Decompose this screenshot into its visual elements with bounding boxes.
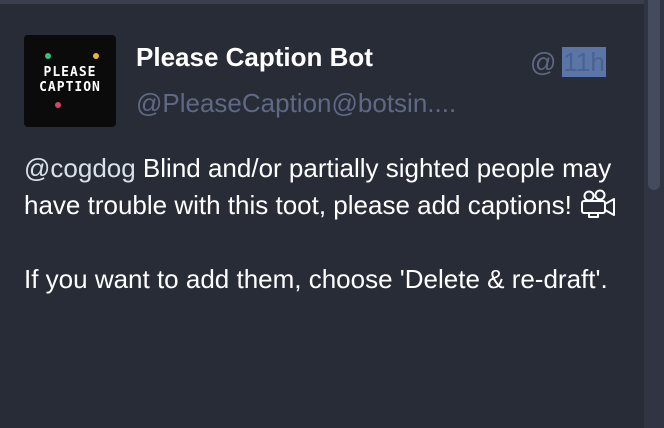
timestamp-link[interactable]: @11h: [530, 47, 606, 78]
mention-link[interactable]: @cogdog: [24, 153, 136, 183]
avatar-dot-red: [55, 102, 61, 108]
timestamp-relative: 11h: [562, 47, 606, 77]
status-paragraph-1: @cogdog Blind and/or partially sighted p…: [24, 150, 624, 224]
status-paragraph-2: If you want to add them, choose 'Delete …: [24, 264, 608, 294]
avatar-logo-line2: CAPTION: [39, 80, 101, 95]
status-content: @cogdog Blind and/or partially sighted p…: [24, 150, 624, 335]
avatar[interactable]: PLEASE CAPTION: [24, 35, 116, 127]
display-name[interactable]: Please Caption Bot: [136, 42, 373, 73]
avatar-logo-line1: PLEASE: [43, 65, 97, 80]
scrollbar[interactable]: [644, 0, 664, 428]
status-card: PLEASE CAPTION Please Caption Bot @Pleas…: [0, 0, 664, 428]
avatar-logo-text: PLEASE CAPTION: [24, 65, 116, 95]
avatar-dot-yellow: [93, 53, 99, 59]
scrollbar-thumb[interactable]: [648, 0, 660, 190]
account-handle[interactable]: @PleaseCaption@botsin....: [136, 88, 496, 119]
timestamp-at: @: [530, 47, 557, 77]
top-divider: [0, 0, 644, 4]
video-camera-icon: [581, 189, 616, 218]
avatar-dot-green: [45, 53, 51, 59]
